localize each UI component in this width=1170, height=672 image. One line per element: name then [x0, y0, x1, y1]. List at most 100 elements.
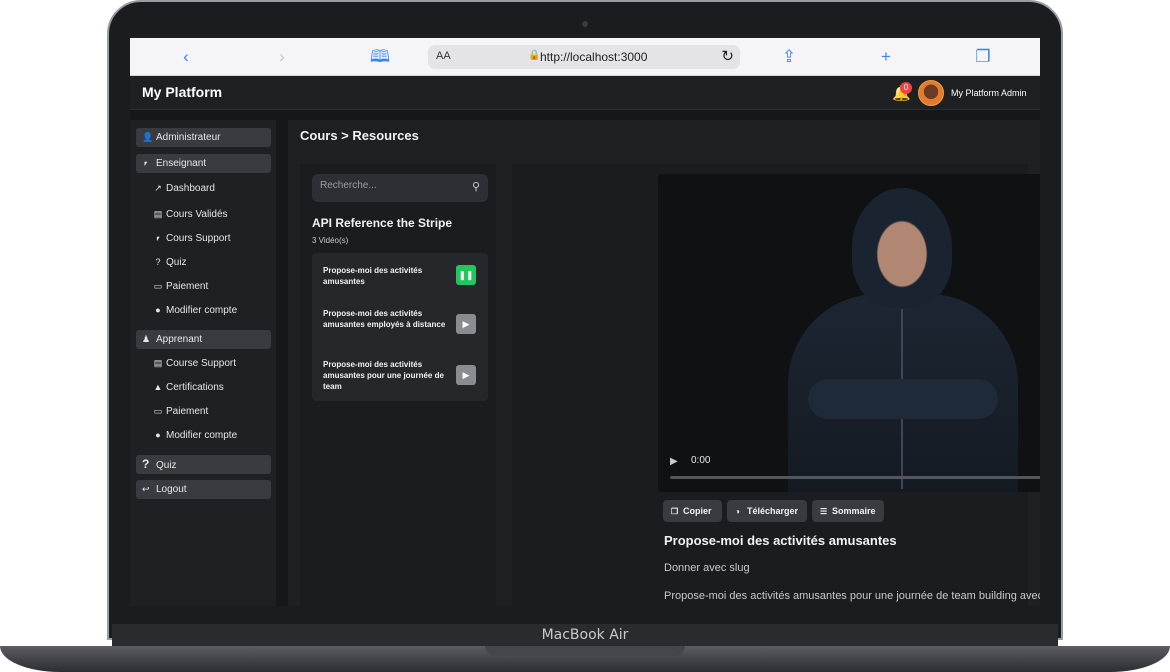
browser-toolbar: ‹ › 🕮 AA 🔒 http://localhost:3000 ↻ ⇪ + ❐: [130, 38, 1040, 76]
sidebar-group-quiz[interactable]: ? Quiz: [136, 455, 271, 474]
share-icon[interactable]: ⇪: [779, 47, 799, 67]
tabs-overview-icon[interactable]: ❐: [973, 47, 993, 67]
text-size-button[interactable]: AA: [436, 50, 451, 62]
sidebar-group-label: Administrateur: [156, 132, 221, 143]
video-item-title: Propose-moi des activités amusantes pour…: [323, 360, 444, 391]
course-title: API Reference the Stripe: [312, 216, 453, 230]
sidebar-item-label: Certifications: [166, 382, 224, 393]
video-player[interactable]: ▶ 0:00 🔊 ⛶ ⋮: [658, 174, 1040, 492]
download-button[interactable]: ◑ Télécharger: [727, 500, 807, 522]
sidebar-group-logout[interactable]: ↩ Logout: [136, 480, 271, 499]
list-icon: ☰: [820, 507, 828, 516]
summary-button-label: Sommaire: [832, 506, 876, 516]
play-icon[interactable]: ▶: [456, 365, 476, 385]
sidebar-group-label: Apprenant: [156, 334, 203, 345]
sidebar-item-label: Cours Support: [166, 233, 231, 244]
app-title[interactable]: My Platform: [142, 84, 222, 100]
video-list-item[interactable]: Propose-moi des activités amusantes empl…: [312, 300, 488, 346]
address-bar[interactable]: AA 🔒 http://localhost:3000 ↻: [428, 45, 740, 69]
copy-button[interactable]: ❐ Copier: [663, 500, 722, 522]
presentation-icon: ⎖: [142, 158, 150, 168]
summary-button[interactable]: ☰ Sommaire: [812, 500, 884, 522]
new-tab-plus-icon[interactable]: +: [876, 47, 896, 67]
sidebar-item-label: Dashboard: [166, 183, 215, 194]
avatar[interactable]: [918, 80, 944, 106]
app-header: My Platform 🔔 0 My Platform Admin: [130, 76, 1040, 110]
user-gear-icon: 👤: [142, 132, 154, 142]
video-description: Propose-moi des activités amusantes pour…: [664, 590, 1040, 602]
notification-badge: 0: [900, 82, 912, 94]
video-list: Propose-moi des activités amusantes ❚❚ P…: [312, 253, 488, 401]
sidebar-item-label: Course Support: [166, 358, 237, 369]
sidebar-item-label: Cours Validés: [166, 209, 228, 220]
device-label: MacBook Air: [541, 627, 629, 643]
logout-icon: ↩: [142, 484, 150, 494]
sidebar-item-course-support[interactable]: ▤ Course Support: [150, 354, 270, 372]
camera-dot: [582, 21, 588, 27]
pause-icon[interactable]: ❚❚: [456, 265, 476, 285]
time-display: 0:00: [691, 455, 711, 466]
sidebar-item-paiement[interactable]: ▭ Paiement: [150, 277, 270, 295]
download-icon: ◑: [735, 507, 740, 516]
sidebar-group-label: Enseignant: [156, 158, 207, 169]
copy-button-label: Copier: [683, 506, 712, 516]
lock-icon: 🔒: [528, 50, 541, 61]
screen: ‹ › 🕮 AA 🔒 http://localhost:3000 ↻ ⇪ + ❐…: [130, 38, 1040, 606]
sidebar-group-label: Quiz: [156, 460, 177, 471]
graduation-cap-icon: ▲: [153, 382, 163, 392]
copy-icon: ❐: [671, 507, 679, 516]
sidebar-item-dashboard[interactable]: ↗ Dashboard: [150, 179, 270, 197]
video-count: 3 Vidéo(s): [312, 236, 349, 245]
sidebar: 👤 Administrateur ⎖ Enseignant ↗ Dashboard ▤…: [130, 120, 276, 606]
search-input[interactable]: [320, 180, 460, 191]
sidebar-item-cours-valides[interactable]: ▤ Cours Validés: [150, 205, 270, 223]
sidebar-group-administrateur[interactable]: 👤 Administrateur: [136, 128, 271, 147]
user-icon: ●: [155, 305, 161, 315]
video-slug: Donner avec slug: [664, 562, 750, 574]
sidebar-item-cours-support[interactable]: ⎖ Cours Support: [150, 229, 270, 247]
play-icon[interactable]: ▶: [670, 456, 678, 467]
presentation-icon: ⎖: [154, 233, 162, 243]
user-name[interactable]: My Platform Admin: [951, 88, 1027, 98]
breadcrumb: Cours > Resources: [300, 128, 419, 143]
sidebar-item-label: Paiement: [166, 406, 209, 417]
sidebar-item-quiz[interactable]: ? Quiz: [150, 253, 270, 271]
laptop-notch: [485, 646, 685, 656]
player-controls: ▶ 0:00 🔊 ⛶ ⋮: [658, 444, 1040, 492]
video-item-title: Propose-moi des activités amusantes empl…: [323, 309, 446, 329]
sidebar-item-label: Quiz: [166, 257, 187, 268]
course-panel: ⚲ API Reference the Stripe 3 Vidéo(s) Pr…: [300, 164, 496, 606]
sidebar-item-certifications[interactable]: ▲ Certifications: [150, 378, 270, 396]
url-text[interactable]: http://localhost:3000: [540, 50, 647, 64]
sidebar-item-label: Paiement: [166, 281, 209, 292]
sidebar-item-modifier-compte[interactable]: ● Modifier compte: [150, 426, 270, 444]
credit-card-icon: ▭: [153, 406, 163, 416]
progress-bar[interactable]: [670, 476, 1040, 479]
video-frame-person-arms: [808, 379, 998, 419]
book-icon: ▤: [153, 209, 163, 219]
sidebar-group-enseignant[interactable]: ⎖ Enseignant: [136, 154, 271, 173]
main-content: Cours > Resources ⚲ API Reference the St…: [288, 120, 1040, 606]
sidebar-item-modifier-compte[interactable]: ● Modifier compte: [150, 301, 270, 319]
sidebar-item-paiement[interactable]: ▭ Paiement: [150, 402, 270, 420]
video-frame-person-head: [852, 188, 952, 308]
search-box: ⚲: [312, 174, 488, 202]
question-icon: ?: [142, 457, 150, 471]
current-video-title: Propose-moi des activités amusantes: [664, 533, 897, 548]
download-button-label: Télécharger: [747, 506, 799, 516]
reload-icon[interactable]: ↻: [721, 47, 734, 65]
play-icon[interactable]: ▶: [456, 314, 476, 334]
sidebar-item-label: Modifier compte: [166, 430, 238, 441]
trend-up-icon: ↗: [154, 183, 162, 193]
credit-card-icon: ▭: [153, 281, 163, 291]
video-list-item[interactable]: Propose-moi des activités amusantes ❚❚: [312, 253, 488, 299]
forward-arrow-icon[interactable]: ›: [272, 47, 292, 67]
video-list-item[interactable]: Propose-moi des activités amusantes pour…: [312, 351, 488, 397]
graduate-icon: ♟: [142, 334, 151, 344]
back-arrow-icon[interactable]: ‹: [176, 47, 196, 67]
sidebar-item-label: Modifier compte: [166, 305, 238, 316]
user-icon: ●: [155, 430, 161, 440]
search-icon[interactable]: ⚲: [472, 180, 480, 193]
sidebar-group-apprenant[interactable]: ♟ Apprenant: [136, 330, 271, 349]
bookmarks-icon[interactable]: 🕮: [370, 47, 390, 67]
